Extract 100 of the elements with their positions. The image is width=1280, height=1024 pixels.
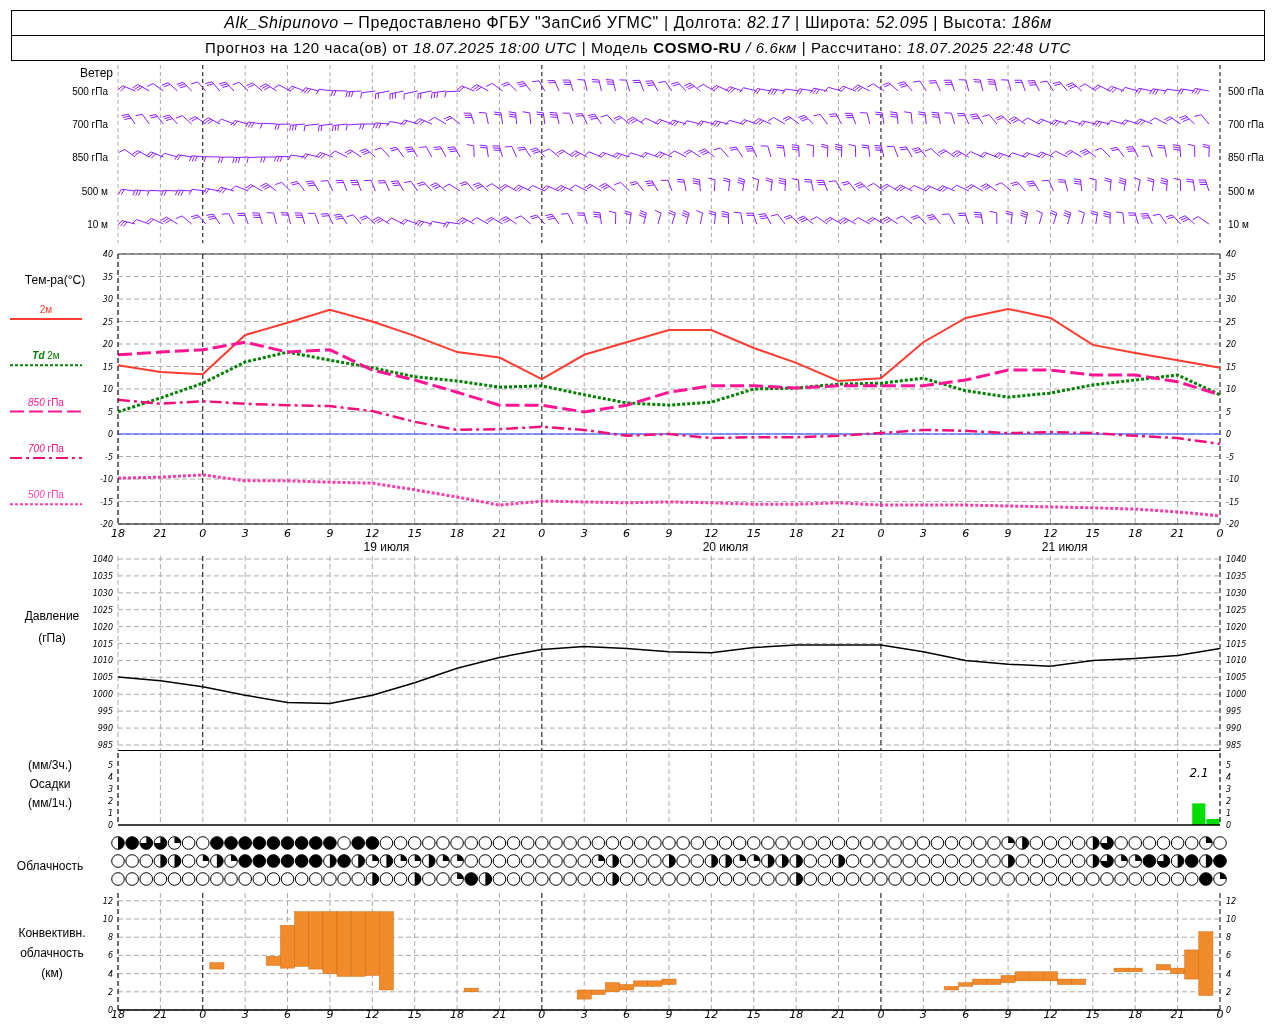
axis-tick-label: 18 — [1128, 527, 1143, 540]
axis-tick-label: 10 — [102, 385, 113, 394]
level-label: 700 гПа — [72, 119, 108, 130]
cloud-cover-icon — [323, 854, 337, 868]
axis-tick-label: 0 — [1226, 821, 1232, 830]
axis-tick-label: -15 — [99, 497, 113, 507]
cloud-cover-icon — [407, 854, 422, 868]
axis-tick-label: 0 — [199, 1008, 207, 1019]
cloud-cover-icon — [1086, 854, 1100, 868]
axis-tick-label: 9 — [326, 527, 334, 540]
cloud-cover-icon — [718, 872, 733, 886]
cloud-cover-icon — [690, 854, 705, 868]
axis-tick-label: 1020 — [92, 622, 113, 632]
cloud-cover-icon — [648, 854, 662, 868]
cloud-cover-icon — [478, 836, 493, 850]
axis-tick-label: 1000 — [92, 690, 113, 700]
cloud-cover-icon — [944, 836, 959, 850]
cloud-cover-icon — [266, 854, 281, 868]
cloud-cover-icon — [662, 872, 676, 886]
axis-tick-label: -20 — [1226, 520, 1240, 529]
axis-tick-label: 3 — [580, 527, 588, 540]
cloud-cover-icon — [930, 872, 945, 886]
date-label: 19 июля — [363, 540, 410, 554]
cloud-cover-icon — [761, 854, 775, 868]
cloud-cover-icon — [294, 836, 309, 850]
axis-tick-label: 6 — [623, 1008, 631, 1019]
cloud-cover-icon — [1001, 854, 1015, 868]
axis-tick-label: 6 — [284, 1008, 292, 1019]
cloud-cover-icon — [1001, 836, 1015, 850]
cloud-cover-icon — [1114, 836, 1128, 850]
cloud-cover-icon — [732, 836, 747, 850]
cloud-cover-icon — [167, 854, 182, 868]
cloud-cover-icon — [393, 872, 408, 886]
cloud-cover-icon — [1100, 854, 1114, 868]
axis-tick-label: 985 — [1226, 741, 1242, 750]
cloud-cover-icon — [874, 872, 888, 886]
axis-tick-label: 21 — [831, 527, 846, 540]
cloud-cover-icon — [1170, 872, 1185, 886]
axis-tick-label: 21 — [153, 1008, 168, 1019]
cloud-cover-icon — [817, 854, 832, 868]
axis-tick-label: 3 — [1226, 785, 1232, 794]
axis-tick-label: 15 — [407, 527, 422, 540]
axis-tick-label: 3 — [919, 1008, 927, 1019]
cloud-cover-icon — [520, 836, 535, 850]
cloud-cover-icon — [676, 872, 690, 886]
cloud-cover-icon — [478, 854, 493, 868]
cloud-cover-icon — [888, 854, 902, 868]
axis-tick-label: 4 — [1226, 969, 1232, 979]
cloud-cover-icon — [746, 872, 761, 886]
cloud-cover-icon — [1114, 854, 1128, 868]
cloud-cover-icon — [1199, 836, 1213, 850]
axis-tick-label: 15 — [746, 1008, 761, 1019]
forecast-info: Прогноз на 120 часа(ов) от 18.07.2025 18:00 UTC | Модель COSMO-RU / 6.6км | Рассчитано: 18.07.2025 22:48 UTC — [12, 35, 1264, 60]
axis-tick-label: 0 — [1226, 430, 1232, 439]
axis-tick-label: 10 — [1226, 385, 1237, 394]
cloud-cover-icon — [506, 854, 521, 868]
cloud-cover-icon — [238, 836, 252, 850]
cloud-cover-icon — [902, 836, 916, 850]
cloud-cover-icon — [775, 854, 789, 868]
cloud-cover-icon — [407, 872, 422, 886]
cloud-cover-icon — [591, 872, 606, 886]
cloud-cover-icon — [280, 854, 295, 868]
cloud-cover-icon — [195, 836, 210, 850]
cloud-cover-icon — [153, 872, 168, 886]
cloud-cover-icon — [916, 854, 931, 868]
level-label: 500 гПа — [72, 86, 108, 97]
cloud-cover-icon — [916, 836, 931, 850]
cloud-cover-icon — [337, 854, 351, 868]
axis-tick-label: 9 — [1004, 527, 1012, 540]
cloud-cover-icon — [944, 854, 959, 868]
axis-tick-label: 6 — [107, 951, 113, 961]
axis-tick-label: 2 — [1226, 987, 1232, 997]
axis-tick-label: 12 — [1043, 527, 1058, 540]
cloud-cover-icon — [181, 836, 196, 850]
panel-label: (км) — [41, 966, 63, 980]
axis-tick-label: 30 — [1226, 295, 1237, 304]
cloud-cover-icon — [478, 872, 493, 886]
cloud-cover-icon — [1156, 872, 1171, 886]
cloud-cover-icon — [1199, 872, 1213, 886]
cloud-cover-icon — [732, 872, 747, 886]
station-title: Alk_Shipunovo – Предоставлено ФГБУ "ЗапСиб УГМС" | Долгота: 82.17 | Широта: 52.095 | Высота: 186м — [222, 13, 1053, 33]
cloud-cover-icon — [845, 836, 860, 850]
axis-tick-label: 0 — [538, 1008, 546, 1019]
axis-tick-label: -20 — [99, 520, 113, 529]
cloud-cover-icon — [1057, 854, 1072, 868]
cloud-cover-icon — [125, 854, 139, 868]
cloud-cover-icon — [916, 872, 931, 886]
axis-tick-label: 6 — [623, 527, 631, 540]
level-label: 500 гПа — [1228, 86, 1264, 97]
cloud-cover-icon — [1043, 854, 1058, 868]
panel-label: (мм/1ч.) — [27, 796, 73, 810]
axis-tick-label: 9 — [665, 527, 673, 540]
cloud-cover-icon — [111, 836, 125, 850]
axis-tick-label: 0 — [1216, 527, 1224, 540]
axis-tick-label: 0 — [877, 527, 885, 540]
cloud-cover-icon — [309, 854, 323, 868]
axis-tick-label: 20 — [102, 340, 113, 349]
cloud-cover-icon — [987, 854, 1001, 868]
cloud-cover-icon — [266, 836, 281, 850]
cloud-cover-icon — [224, 854, 238, 868]
